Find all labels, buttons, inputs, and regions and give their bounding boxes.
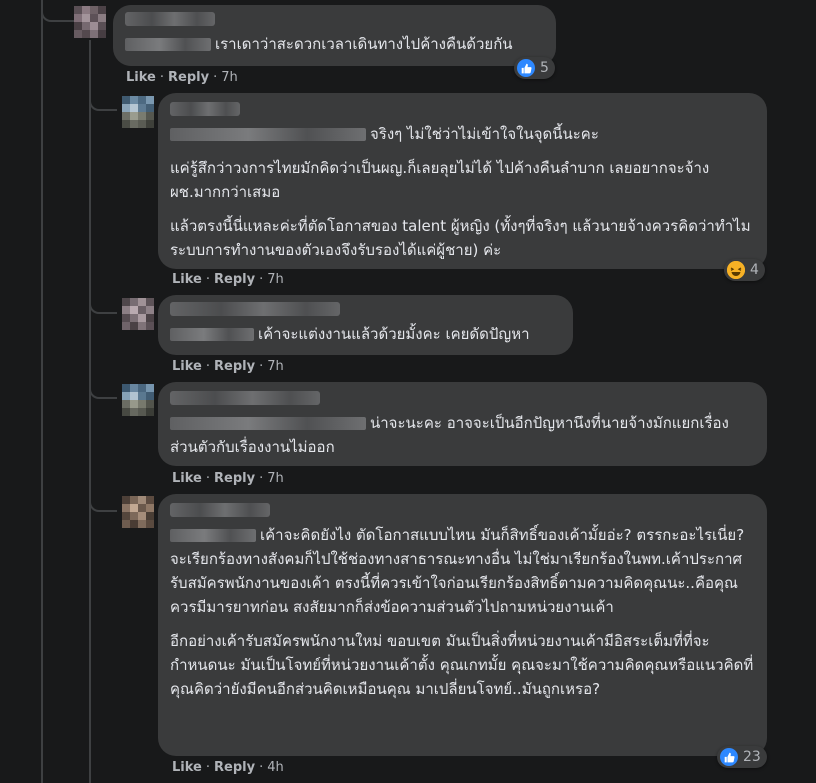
author-name[interactable] xyxy=(170,301,561,320)
comment-bubble: น่าจะนะคะ อาจจะเป็นอีกปัญหานึงที่นายจ้าง… xyxy=(158,382,767,466)
comment-bubble: เค้าจะคิดยังไง ตัดโอกาสแบบไหน มันก็สิทธิ… xyxy=(158,494,767,756)
reaction-summary[interactable]: 23 xyxy=(717,746,767,768)
haha-icon xyxy=(727,261,745,279)
timestamp[interactable]: 4h xyxy=(267,760,284,775)
like-icon xyxy=(517,59,535,77)
timestamp[interactable]: 7h xyxy=(221,70,238,85)
author-name[interactable] xyxy=(170,502,755,521)
comment-bubble: เราเดาว่าสะดวกเวลาเดินทางไปค้างคืนด้วยกั… xyxy=(113,5,556,66)
reply-connector xyxy=(89,488,117,512)
avatar[interactable] xyxy=(122,96,154,128)
reply-button[interactable]: Reply xyxy=(214,471,255,486)
reply-button[interactable]: Reply xyxy=(214,272,255,287)
author-name[interactable] xyxy=(170,101,755,120)
author-name[interactable] xyxy=(125,11,544,30)
reaction-count: 4 xyxy=(750,262,759,278)
avatar[interactable] xyxy=(122,384,154,416)
timestamp[interactable]: 7h xyxy=(267,272,284,287)
comment-text: น่าจะนะคะ อาจจะเป็นอีกปัญหานึงที่นายจ้าง… xyxy=(170,414,729,456)
thread-line xyxy=(41,0,43,783)
like-button[interactable]: Like xyxy=(172,272,202,287)
reply-connector xyxy=(89,85,117,111)
comment-text: จริงๆ ไม่ใช่ว่าไม่เข้าใจในจุดนี้นะคะ xyxy=(170,122,755,146)
comment-actions: Like · Reply · 4h xyxy=(172,760,284,775)
comment-actions: Like · Reply · 7h xyxy=(172,272,284,287)
reaction-summary[interactable]: 4 xyxy=(724,259,765,281)
timestamp[interactable]: 7h xyxy=(267,359,284,374)
timestamp[interactable]: 7h xyxy=(267,471,284,486)
avatar[interactable] xyxy=(122,298,154,330)
reply-button[interactable]: Reply xyxy=(168,70,209,85)
reply-connector xyxy=(89,290,117,314)
reaction-count: 5 xyxy=(540,60,549,76)
comment-text: แค่รู้สึกว่าวงการไทยมักคิดว่าเป็นผญ.ก็เล… xyxy=(170,159,710,201)
author-name[interactable] xyxy=(170,390,755,409)
avatar[interactable] xyxy=(74,6,106,38)
reply-thread-line xyxy=(89,40,91,783)
thread-connector xyxy=(41,0,75,22)
comment-text: เค้าจะคิดยังไง ตัดโอกาสแบบไหน มันก็สิทธิ… xyxy=(170,526,745,616)
reply-button[interactable]: Reply xyxy=(214,760,255,775)
comment-text: เราเดาว่าสะดวกเวลาเดินทางไปค้างคืนด้วยกั… xyxy=(125,32,544,56)
comment-actions: Like · Reply · 7h xyxy=(172,471,284,486)
like-button[interactable]: Like xyxy=(172,471,202,486)
comment-text: แล้วตรงนี้นี่แหละค่ะที่ตัดโอกาสของ talen… xyxy=(170,217,751,259)
like-button[interactable]: Like xyxy=(172,359,202,374)
comment-actions: Like · Reply · 7h xyxy=(126,70,238,85)
reply-connector xyxy=(89,377,117,399)
reaction-count: 23 xyxy=(743,749,761,765)
like-button[interactable]: Like xyxy=(126,70,156,85)
comment-bubble: เค้าจะแต่งงานแล้วด้วยมั้งคะ เคยดัดปัญหา xyxy=(158,295,573,355)
avatar[interactable] xyxy=(122,496,154,528)
comment-text: เค้าจะแต่งงานแล้วด้วยมั้งคะ เคยดัดปัญหา xyxy=(170,322,561,346)
comment-bubble: จริงๆ ไม่ใช่ว่าไม่เข้าใจในจุดนี้นะคะ แค่… xyxy=(158,93,767,269)
reply-button[interactable]: Reply xyxy=(214,359,255,374)
reaction-summary[interactable]: 5 xyxy=(514,57,555,79)
comment-text: อีกอย่างเค้ารับสมัครพนักงานใหม่ ขอบเขต ม… xyxy=(170,632,754,698)
like-icon xyxy=(720,748,738,766)
comment-actions: Like · Reply · 7h xyxy=(172,359,284,374)
like-button[interactable]: Like xyxy=(172,760,202,775)
